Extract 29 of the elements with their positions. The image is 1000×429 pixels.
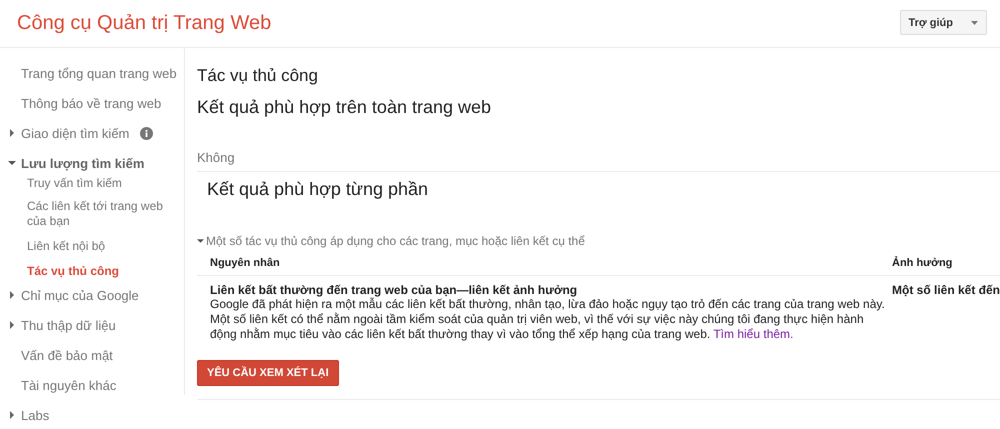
page-title: Tác vụ thủ công (197, 66, 319, 86)
column-header: Nguyên nhân (197, 252, 888, 276)
caret-icon (971, 20, 978, 24)
sidebar-item[interactable]: Thu thập dữ liệu (21, 318, 116, 332)
section-heading: Kết quả phù hợp từng phần (207, 179, 430, 200)
sidebar-item[interactable]: Giao diện tìm kiếm (21, 126, 130, 140)
section-toggle[interactable]: Một số tác vụ thủ công áp dụng cho các trang, mục hoặc liên kết cụ thể (206, 234, 585, 248)
sidebar-item[interactable]: Tài nguyên khác (21, 378, 116, 392)
learn-more-link[interactable]: Tìm hiểu thêm. (713, 327, 794, 341)
reason-description: Google đã phát hiện ra một mẫu các liên kết bất thường, nhân tạo, lừa đảo hoặc ngụy tạo trỏ đến các trang của trang web này. Một số liên kết có thể nằm ngoài tầm kiểm soát của quản trị viên web, vì thế với sự việc này chúng tôi đang thực hiện hành động nhằm mục tiêu vào các liên kết bất thường thay vì vào tổng thể xếp hạng của trang web. Tìm hiểu thêm. (210, 297, 886, 342)
status-text: Không (197, 150, 1000, 172)
column-header: Ảnh hưởng (888, 252, 1000, 276)
sidebar-item[interactable]: Lưu lượng tìm kiếm (21, 156, 144, 170)
sidebar-item[interactable]: Labs (21, 408, 50, 422)
sidebar-subitem[interactable]: Các liên kết tới trang web của bạn (27, 199, 177, 229)
sidebar-subitem[interactable]: Liên kết nội bộ (27, 239, 177, 254)
sidebar-item[interactable]: Chỉ mục của Google (21, 288, 139, 302)
request-review-button[interactable]: YÊU CẦU XEM XÉT LẠI (197, 360, 339, 386)
info-icon[interactable] (140, 126, 154, 140)
sidebar-item[interactable]: Thông báo về trang web (21, 96, 162, 110)
reason-title: Liên kết bất thường đến trang web của bạn—liên kết ảnh hưởng (210, 283, 578, 297)
help-dropdown[interactable]: Trợ giúp (900, 10, 987, 35)
impact-text: Một số liên kết đến (892, 283, 1000, 297)
section-heading: Kết quả phù hợp trên toàn trang web (197, 97, 492, 118)
sidebar-subitem[interactable]: Truy vấn tìm kiếm (27, 176, 177, 191)
app-title: Công cụ Quản trị Trang Web (17, 12, 272, 35)
sidebar-subitem[interactable]: Tác vụ thủ công (27, 264, 177, 279)
sidebar-item[interactable]: Trang tổng quan trang web (21, 66, 177, 80)
sidebar-item[interactable]: Vấn đề bảo mật (21, 348, 113, 362)
